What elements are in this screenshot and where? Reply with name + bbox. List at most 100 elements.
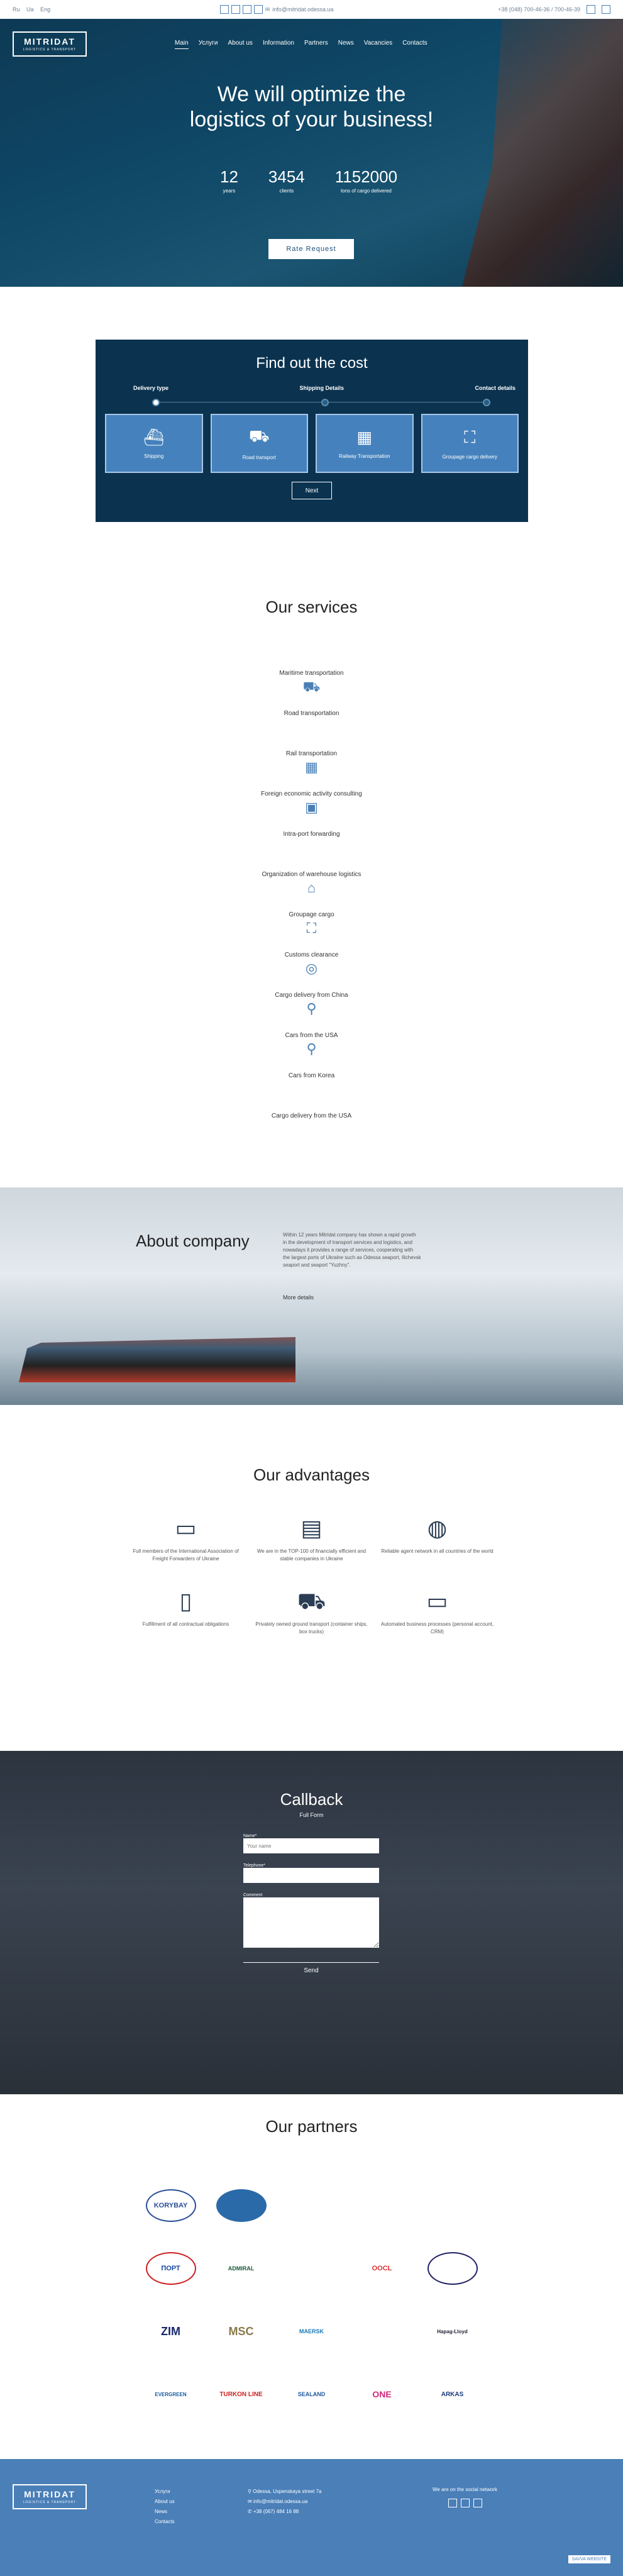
service-maritime[interactable]: Maritime transportation ⛟ bbox=[0, 670, 623, 710]
card-groupage[interactable]: ⛶ Groupage cargo delivery bbox=[421, 414, 519, 473]
ship-icon: ⛴ bbox=[143, 428, 165, 447]
partner-logo[interactable]: ADMIRAL bbox=[216, 2252, 267, 2285]
lang-ua[interactable]: Ua bbox=[26, 6, 34, 13]
linkedin-icon[interactable] bbox=[473, 2499, 482, 2507]
comment-textarea[interactable] bbox=[243, 1897, 379, 1948]
service-label: Cars from the USA bbox=[285, 1032, 338, 1039]
partner-logo[interactable] bbox=[287, 2252, 337, 2285]
partner-logo[interactable]: KORYBAY bbox=[145, 2189, 196, 2222]
partner-logo[interactable]: EVERGREEN bbox=[146, 2378, 196, 2411]
about-text: Within 12 years Mitridat company has sho… bbox=[283, 1232, 421, 1268]
warehouse-icon: ⌂ bbox=[307, 880, 316, 896]
linkedin-icon[interactable] bbox=[242, 5, 251, 14]
top-social: ✉ info@mitridat.odessa.ua bbox=[219, 5, 333, 14]
telegram-icon[interactable] bbox=[602, 5, 610, 14]
partner-logo[interactable]: ZIM bbox=[146, 2315, 196, 2348]
nav-partners[interactable]: Partners bbox=[304, 40, 328, 49]
card-label: Railway Transportation bbox=[339, 453, 390, 459]
partner-logo[interactable]: ПОРТ bbox=[145, 2252, 196, 2285]
lang-eng[interactable]: Eng bbox=[40, 6, 50, 13]
top-phone[interactable]: +38 (048) 700-46-36 / 700-46-39 bbox=[498, 6, 580, 13]
developer-badge[interactable]: SAVVA WEBSITE bbox=[568, 2555, 610, 2563]
callback-section: Callback Full Form Name* Telephone* Comm… bbox=[0, 1751, 623, 2094]
viber-icon[interactable] bbox=[587, 5, 595, 14]
instagram-icon[interactable] bbox=[231, 5, 240, 14]
top-email[interactable]: info@mitridat.odessa.ua bbox=[272, 6, 333, 13]
lang-ru[interactable]: Ru bbox=[13, 6, 20, 13]
service-china[interactable]: Cargo delivery from China ⚲ bbox=[0, 992, 623, 1032]
service-label: Cargo delivery from China bbox=[275, 992, 348, 999]
services-title: Our services bbox=[265, 597, 358, 616]
footer-link-about[interactable]: About us bbox=[155, 2497, 175, 2507]
service-label: Cars from Korea bbox=[288, 1072, 335, 1079]
partner-logo[interactable] bbox=[287, 2189, 337, 2222]
next-button[interactable]: Next bbox=[292, 482, 332, 499]
service-rail[interactable]: Rail transportation ▦ bbox=[0, 750, 623, 791]
youtube-icon[interactable] bbox=[253, 5, 263, 14]
service-customs[interactable]: Customs clearance ◎ bbox=[0, 952, 623, 992]
advantage-text: Full members of the International Associ… bbox=[133, 1548, 239, 1562]
footer-logo[interactable]: MITRIDAT LOGISTICS & TRANSPORT bbox=[13, 2484, 87, 2509]
truck-icon: ⛟ bbox=[297, 1588, 326, 1614]
service-cars-korea[interactable]: Cars from Korea bbox=[0, 1072, 623, 1113]
partner-logo[interactable]: TURKON LINE bbox=[216, 2378, 267, 2411]
service-warehouse[interactable]: Organization of warehouse logistics ⌂ bbox=[0, 871, 623, 911]
partner-logo[interactable]: MAERSK bbox=[287, 2315, 337, 2348]
partner-logo[interactable]: MSC bbox=[216, 2315, 267, 2348]
nav-about[interactable]: About us bbox=[228, 40, 252, 49]
partner-logo[interactable] bbox=[427, 2252, 478, 2285]
more-details-link[interactable]: More details bbox=[283, 1294, 314, 1301]
partner-logo[interactable]: ARKAS bbox=[427, 2378, 478, 2411]
email-text: info@mitridat.odessa.ua bbox=[253, 2499, 308, 2504]
service-consulting[interactable]: Foreign economic activity consulting ▣ bbox=[0, 791, 623, 831]
service-usa[interactable]: Cargo delivery from the USA bbox=[0, 1113, 623, 1153]
service-intra-port[interactable]: Intra-port forwarding bbox=[0, 831, 623, 871]
partner-logo[interactable]: SEALAND bbox=[287, 2378, 337, 2411]
logo[interactable]: MITRIDAT LOGISTICS & TRANSPORT bbox=[13, 31, 87, 57]
facebook-icon[interactable] bbox=[448, 2499, 457, 2507]
nav-main[interactable]: Main bbox=[175, 40, 189, 49]
nav-news[interactable]: News bbox=[338, 40, 354, 49]
nav-information[interactable]: Information bbox=[263, 40, 294, 49]
partner-logo[interactable] bbox=[216, 2189, 267, 2222]
globe-icon: ◎ bbox=[305, 960, 318, 976]
cost-title: Find out the cost bbox=[256, 355, 368, 372]
stat-years: 12 years bbox=[220, 167, 238, 194]
footer-phone[interactable]: ✆ +38 (067) 484 16 88 bbox=[248, 2507, 321, 2517]
name-label: Name* bbox=[243, 1834, 257, 1838]
footer-link-services[interactable]: Услуги bbox=[155, 2487, 175, 2497]
card-railway[interactable]: ▦ Railway Transportation bbox=[316, 414, 414, 473]
phone-input[interactable] bbox=[243, 1868, 379, 1883]
partner-logo[interactable]: OOCL bbox=[357, 2252, 407, 2285]
callback-form: Name* Telephone* Comment Send bbox=[243, 1831, 379, 1979]
footer-link-news[interactable]: News bbox=[155, 2507, 175, 2517]
service-cars-usa[interactable]: Cars from the USA ⚲ bbox=[0, 1032, 623, 1072]
partner-logo[interactable] bbox=[427, 2189, 478, 2222]
service-road[interactable]: Road transportation bbox=[0, 710, 623, 750]
rate-request-button[interactable]: Rate Request bbox=[268, 239, 354, 259]
service-groupage[interactable]: Groupage cargo ⛶ bbox=[0, 911, 623, 952]
facebook-icon[interactable] bbox=[219, 5, 229, 14]
top-100-icon: ▤ bbox=[300, 1515, 323, 1541]
card-shipping[interactable]: ⛴ Shipping bbox=[105, 414, 203, 473]
callback-subtitle: Full Form bbox=[299, 1812, 324, 1818]
advantage-text: Fulfillment of all contractual obligatio… bbox=[142, 1621, 229, 1627]
card-label: Road transport bbox=[242, 455, 276, 460]
footer-link-contacts[interactable]: Contacts bbox=[155, 2517, 175, 2527]
partner-logo[interactable] bbox=[357, 2189, 407, 2222]
partner-logo[interactable]: Hapag-Lloyd bbox=[427, 2315, 478, 2348]
truck-icon: ⛟ bbox=[302, 679, 321, 694]
stat-value: 1152000 bbox=[334, 167, 398, 186]
instagram-icon[interactable] bbox=[460, 2499, 470, 2507]
name-input[interactable] bbox=[243, 1838, 379, 1853]
service-label: Intra-port forwarding bbox=[283, 831, 340, 838]
partner-logo[interactable] bbox=[357, 2315, 407, 2348]
nav-vacancies[interactable]: Vacancies bbox=[364, 40, 392, 49]
footer-email[interactable]: ✉ info@mitridat.odessa.ua bbox=[248, 2497, 321, 2507]
nav-services[interactable]: Услуги bbox=[199, 40, 218, 49]
card-road-transport[interactable]: ⛟ Road transport bbox=[210, 414, 308, 473]
partner-logo[interactable]: ONE bbox=[357, 2378, 407, 2411]
send-button[interactable]: Send bbox=[243, 1962, 379, 1979]
stat-label: years bbox=[223, 188, 236, 194]
nav-contacts[interactable]: Contacts bbox=[402, 40, 427, 49]
